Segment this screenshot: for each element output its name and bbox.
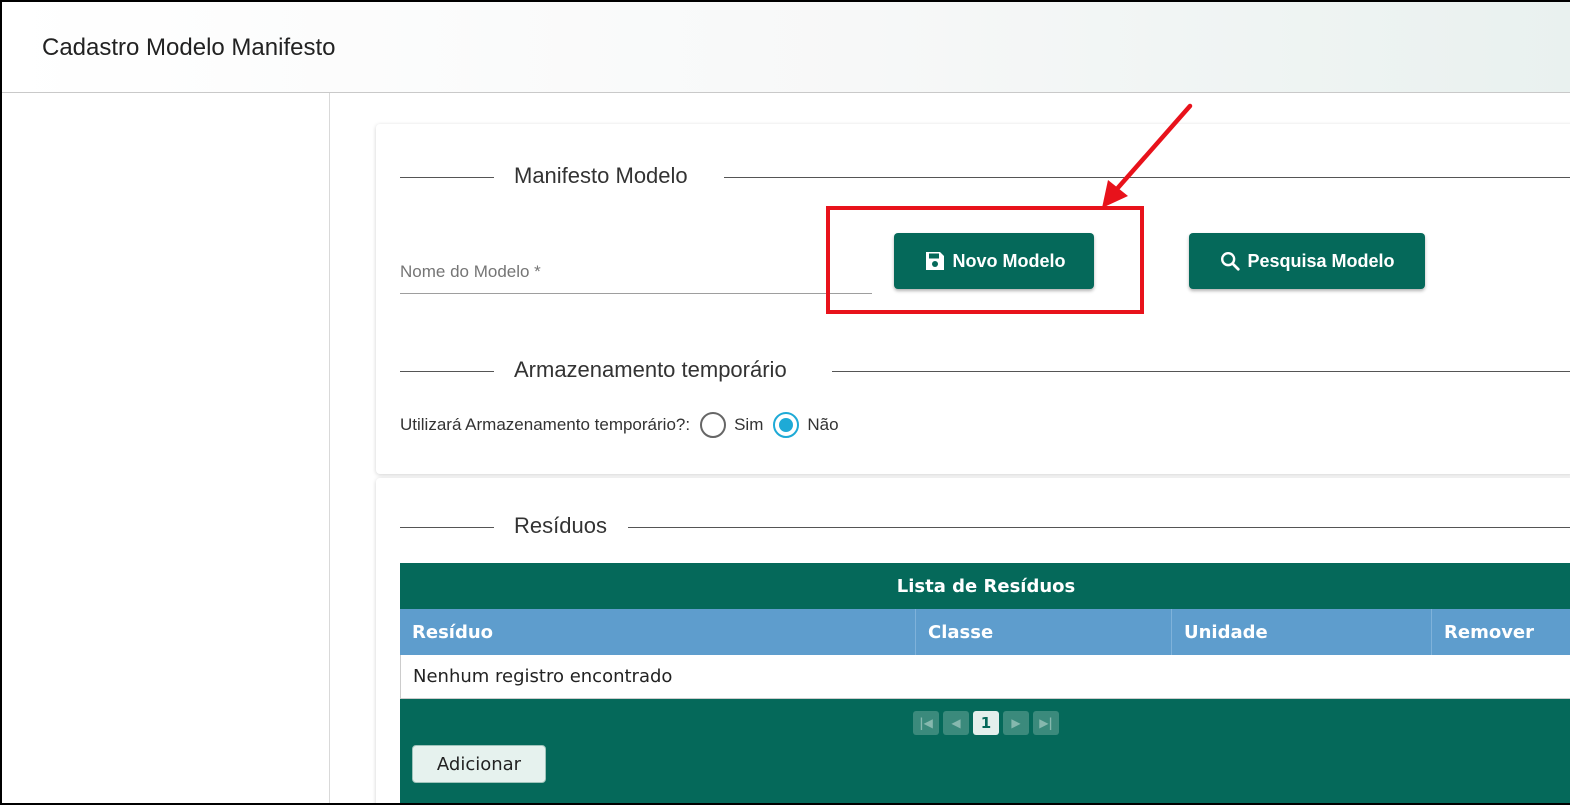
prev-page-icon[interactable]: ◀ [943,711,969,735]
red-arrow-icon [1102,103,1193,208]
table-footer: |◀ ◀ 1 ▶ ▶| Adicionar [400,699,1570,803]
radio-nao-label: Não [807,415,839,434]
section-divider [628,527,1570,528]
column-header-classe[interactable]: Classe [916,609,1172,655]
highlight-box [826,206,1144,314]
table-header-row: Resíduo Classe Unidade Remover [400,609,1570,655]
radio-selected-dot [779,418,794,432]
section-title-residuos: Resíduos [514,513,607,538]
storage-question-label: Utilizará Armazenamento temporário?: [400,415,691,434]
table-caption: Lista de Resíduos [400,563,1570,609]
section-divider [400,371,494,372]
model-name-field[interactable]: Nome do Modelo * [400,250,872,294]
page-header: Cadastro Modelo Manifesto [2,2,1570,93]
column-header-residuo[interactable]: Resíduo [400,609,916,655]
section-divider [832,371,1570,372]
empty-message: Nenhum registro encontrado [400,655,1570,699]
first-page-icon[interactable]: |◀ [913,711,939,735]
search-icon [1221,252,1241,271]
add-button[interactable]: Adicionar [412,745,546,783]
column-header-remover[interactable]: Remover [1432,609,1570,655]
last-page-icon[interactable]: ▶| [1033,711,1059,735]
app-window: Cadastro Modelo Manifesto Manifesto Mode… [0,0,1570,805]
next-page-icon[interactable]: ▶ [1003,711,1029,735]
sidebar [2,93,330,803]
section-title-manifesto: Manifesto Modelo [514,163,688,188]
search-model-label: Pesquisa Modelo [1247,250,1395,271]
model-name-label: Nome do Modelo * [400,262,541,281]
storage-radio-group: Utilizará Armazenamento temporário?: Sim… [400,410,839,440]
section-divider [400,527,494,528]
paginator: |◀ ◀ 1 ▶ ▶| [400,711,1570,735]
page-number[interactable]: 1 [973,711,999,735]
residuos-table: Lista de Resíduos Resíduo Classe Unidade… [400,563,1570,803]
section-title-armazenamento: Armazenamento temporário [514,357,787,382]
column-header-unidade[interactable]: Unidade [1172,609,1432,655]
radio-nao[interactable] [773,412,800,438]
radio-sim[interactable] [700,412,727,438]
section-divider [400,177,494,178]
page-title: Cadastro Modelo Manifesto [42,34,336,61]
radio-sim-label: Sim [734,415,764,434]
search-model-button[interactable]: Pesquisa Modelo [1189,233,1425,289]
